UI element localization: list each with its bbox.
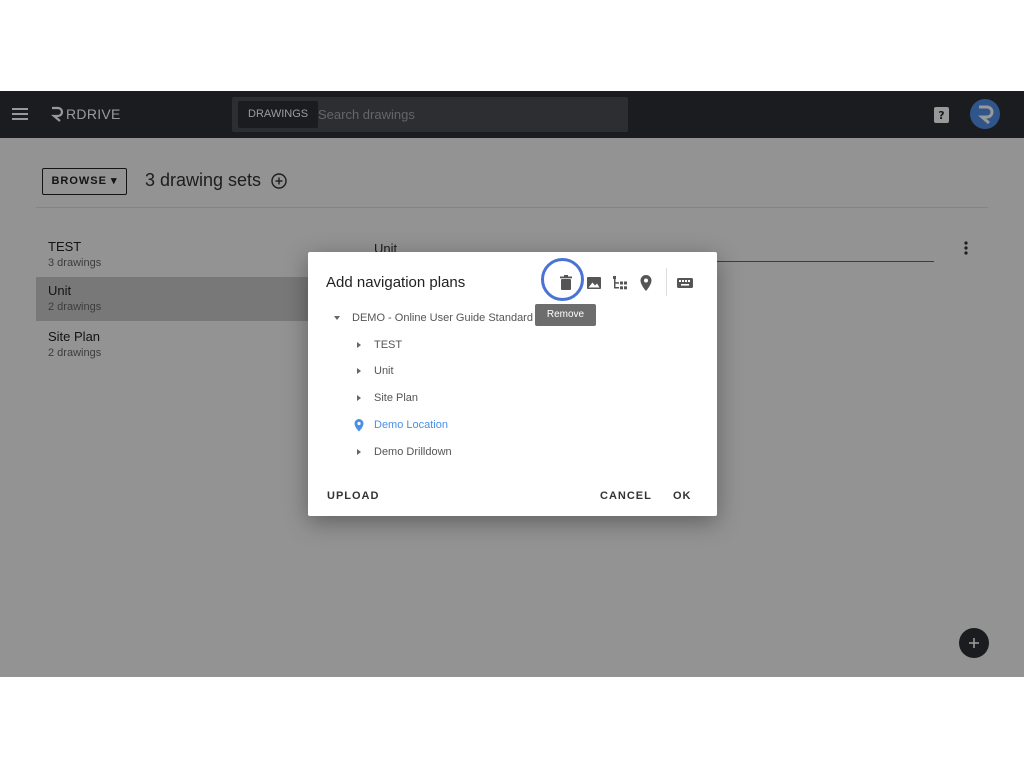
tree-item-label: DEMO - Online User Guide Standard bbox=[352, 312, 533, 324]
tree-item-label: Site Plan bbox=[374, 392, 419, 404]
tree-item-label: Demo Drilldown bbox=[374, 446, 452, 458]
tree-item[interactable]: TEST bbox=[352, 335, 402, 355]
location-pin-icon bbox=[354, 419, 364, 432]
expand-right-icon[interactable] bbox=[352, 391, 366, 405]
delete-icon[interactable] bbox=[556, 273, 576, 293]
add-navigation-plans-dialog: Add navigation plans Remove DEMO - Onlin… bbox=[308, 252, 717, 516]
expand-right-icon[interactable] bbox=[352, 338, 366, 352]
expand-right-icon[interactable] bbox=[352, 445, 366, 459]
expand-down-icon[interactable] bbox=[330, 311, 344, 325]
ok-button[interactable]: OK bbox=[673, 490, 692, 502]
tree-item-label: Demo Location bbox=[374, 419, 448, 431]
tree-item-label: Unit bbox=[374, 365, 394, 377]
expand-right-icon[interactable] bbox=[352, 364, 366, 378]
tree-item-label: TEST bbox=[374, 339, 403, 351]
tree-item-location[interactable]: Demo Location bbox=[352, 415, 448, 435]
image-icon[interactable] bbox=[584, 273, 604, 293]
tree-item[interactable]: Unit bbox=[352, 361, 394, 381]
toolbar-separator bbox=[666, 268, 667, 296]
tree-root-item[interactable]: DEMO - Online User Guide Standard bbox=[330, 308, 533, 328]
tree-item[interactable]: Demo Drilldown bbox=[352, 442, 452, 462]
location-pin-icon[interactable] bbox=[636, 273, 656, 293]
tree-item[interactable]: Site Plan bbox=[352, 388, 418, 408]
cancel-button[interactable]: CANCEL bbox=[600, 490, 652, 502]
remove-tooltip: Remove bbox=[535, 304, 596, 326]
upload-button[interactable]: UPLOAD bbox=[327, 490, 379, 502]
dialog-title: Add navigation plans bbox=[326, 274, 466, 291]
keyboard-icon[interactable] bbox=[675, 273, 695, 293]
hierarchy-icon[interactable] bbox=[610, 273, 630, 293]
